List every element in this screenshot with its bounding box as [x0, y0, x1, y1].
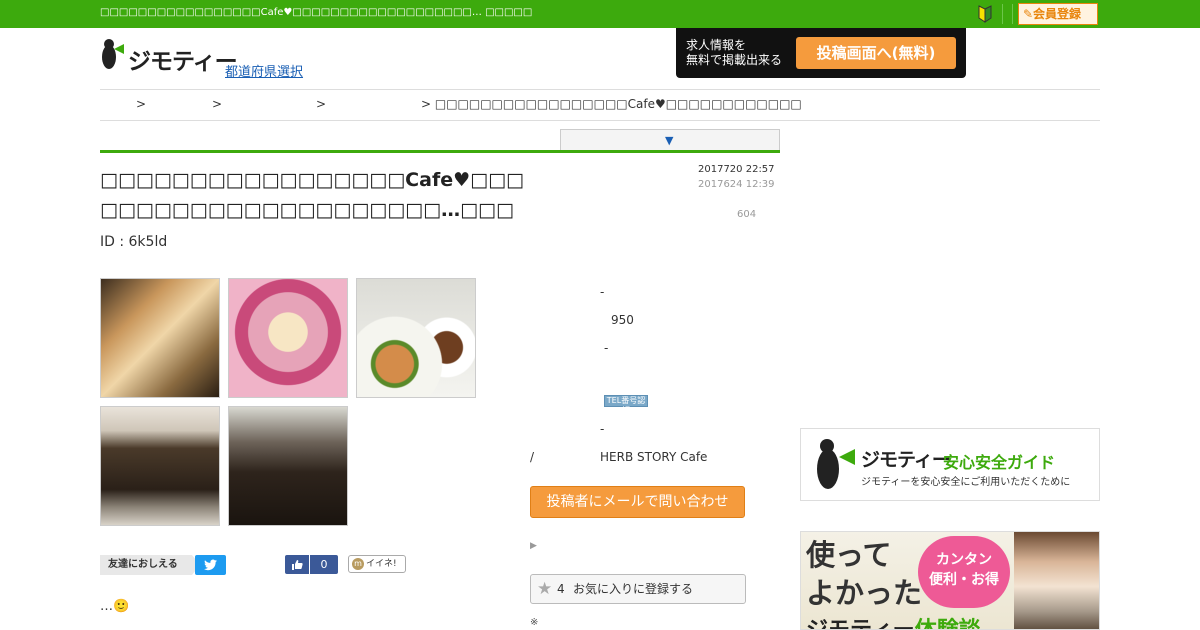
detail-label: /: [530, 450, 535, 464]
post-id: ID : 6k5ld: [100, 234, 168, 250]
safety-guide-banner[interactable]: ジモティー 安心安全ガイド ジモティーを安心安全にご利用いただくために: [800, 428, 1100, 501]
updated-date: 2017624 12:39: [698, 179, 775, 190]
topbar-divider: [1002, 4, 1003, 24]
guide-title: 安心安全ガイド: [943, 453, 1056, 472]
posted-date: 2017720 22:57: [698, 164, 775, 175]
section-rule: [100, 150, 780, 153]
share-label: 友達におしえる: [100, 555, 200, 575]
photo-thumbnail[interactable]: [100, 278, 220, 398]
top-bar-message: □□□□□□□□□□□□□□□□□Cafe♥□□□□□□□□□□□□□□□□□□…: [100, 7, 533, 18]
detail-value: -: [604, 341, 609, 355]
view-count: 604: [737, 209, 757, 220]
favorite-label: お気に入りに登録する: [573, 582, 694, 596]
tel-verified-badge: TEL番号認証: [604, 395, 648, 415]
add-favorite-button[interactable]: ★ 4 お気に入りに登録する: [530, 574, 746, 604]
top-bar: □□□□□□□□□□□□□□□□□Cafe♥□□□□□□□□□□□□□□□□□□…: [0, 0, 1200, 28]
expand-triangle-icon[interactable]: ▶: [530, 541, 537, 551]
experience-headline: 使って よかった: [806, 538, 923, 610]
experience-bubble: カンタン 便利・お得: [918, 536, 1010, 608]
favorite-count: 4: [557, 582, 565, 596]
breadcrumb-separator: >: [136, 97, 147, 111]
prefecture-select-link[interactable]: 都道府県選択: [225, 61, 303, 80]
twitter-bird-icon: [203, 559, 217, 571]
mixi-iine-button[interactable]: m イイネ!: [348, 555, 406, 573]
experience-photo: [1014, 532, 1099, 629]
topbar-divider: [1012, 4, 1013, 24]
detail-value: -: [600, 285, 605, 299]
category-toggle[interactable]: ▼: [560, 129, 780, 151]
post-title: □□□□□□□□□□□□□□□□□Cafe♥□□□ □□□□□□□□□□□□□□…: [100, 169, 524, 221]
experience-footer: ジモティー体験談: [806, 612, 981, 629]
divider: [100, 89, 1100, 90]
contact-mail-button[interactable]: 投稿者にメールで問い合わせ: [530, 486, 745, 518]
photo-thumbnail[interactable]: [356, 278, 476, 398]
guide-description: ジモティーを安心安全にご利用いただくために: [861, 477, 1071, 488]
detail-value: -: [600, 422, 605, 436]
guide-logo-text: ジモティー: [861, 449, 951, 471]
twitter-share-button[interactable]: [195, 555, 226, 575]
thumbs-up-icon: [292, 560, 303, 570]
facebook-like-button[interactable]: [285, 555, 309, 574]
jmty-bear-icon: [817, 439, 855, 489]
note-mark: ※: [530, 617, 539, 628]
photo-thumbnail[interactable]: [100, 406, 220, 526]
star-icon: ★: [537, 579, 553, 599]
beginner-mark-icon[interactable]: [978, 5, 992, 23]
iine-label: イイネ!: [366, 559, 397, 569]
facebook-like-count: 0: [309, 555, 338, 574]
breadcrumb-separator: >: [316, 97, 327, 111]
register-button[interactable]: ✎会員登録: [1018, 3, 1098, 25]
mixi-icon: m: [352, 558, 364, 570]
detail-value: 950: [611, 313, 634, 327]
logo-text[interactable]: ジモティー: [128, 42, 238, 76]
experience-banner[interactable]: 使って よかった カンタン 便利・お得 ジモティー体験談: [800, 531, 1100, 630]
divider: [100, 120, 1100, 121]
post-body-text: …🙂: [100, 599, 130, 614]
chevron-down-icon: ▼: [665, 134, 674, 147]
job-post-banner[interactable]: 求人情報を 無料で掲載出来る 投稿画面へ(無料): [676, 28, 966, 78]
banner-post-button[interactable]: 投稿画面へ(無料): [796, 37, 956, 69]
photo-thumbnail[interactable]: [228, 278, 348, 398]
photo-thumbnail[interactable]: [228, 406, 348, 526]
breadcrumb-separator: >: [212, 97, 223, 111]
shop-name: HERB STORY Cafe: [600, 450, 708, 464]
breadcrumb-current: > □□□□□□□□□□□□□□□□□Cafe♥□□□□□□□□□□□□: [421, 97, 802, 111]
banner-text: 求人情報を 無料で掲載出来る: [686, 38, 783, 67]
